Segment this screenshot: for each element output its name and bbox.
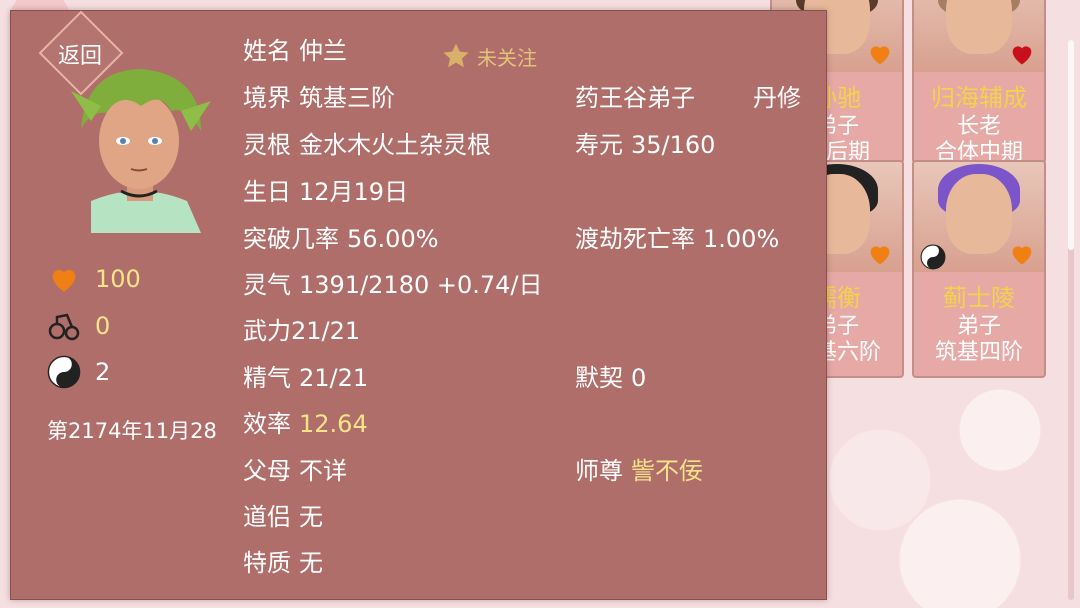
character-card[interactable]: 蓟士陵 弟子 筑基四阶 [912, 160, 1046, 378]
star-icon [443, 43, 469, 68]
field-realm: 境界 筑基三阶 [243, 84, 395, 112]
shackle-value: 0 [95, 312, 111, 340]
field-traits: 特质无 [243, 549, 323, 577]
game-date: 第2174年11月28 [47, 419, 217, 443]
shackle-stat: 0 [47, 309, 110, 343]
handcuffs-icon [47, 309, 81, 343]
field-efficiency: 效率 12.64 [243, 410, 368, 438]
scrollbar-thumb[interactable] [1068, 40, 1074, 250]
yin-yang-icon [47, 355, 81, 389]
field-tribulation: 渡劫死亡率 1.00% [575, 225, 780, 253]
yinyang-stat: 2 [47, 355, 110, 389]
yin-yang-icon [920, 244, 946, 270]
field-parents: 父母 不详 [243, 457, 347, 485]
field-tacit: 默契 0 [575, 364, 647, 392]
heart-icon [870, 46, 890, 65]
field-birthday: 生日 12月19日 [243, 178, 409, 206]
field-spirit-root: 灵根 金水木火土杂灵根 [243, 131, 491, 159]
character-info-panel: 返回 100 0 2 第2174年11月28 未关注 姓名 仲兰 境界 筑基三阶 灵… [10, 10, 827, 600]
field-master: 师尊 訾不佞 [575, 457, 703, 485]
card-rank: 筑基四阶 [934, 340, 1023, 365]
field-qi: 灵气 1391/2180 +0.74/日 [243, 271, 543, 299]
heart-icon [47, 262, 81, 296]
follow-button[interactable]: 未关注 [441, 41, 537, 71]
heart-icon [1012, 246, 1032, 265]
field-partner: 道侣无 [243, 503, 323, 531]
field-sect: 药王谷弟子 [575, 84, 695, 112]
back-button[interactable]: 返回 [38, 10, 124, 96]
heart-icon [1012, 46, 1032, 65]
field-profession: 丹修 [753, 84, 801, 112]
field-essence: 精气 21/21 [243, 364, 369, 392]
field-name: 姓名 仲兰 [243, 37, 347, 65]
heart-icon [870, 246, 890, 265]
field-force: 武力21/21 [243, 317, 361, 345]
affection-value: 100 [95, 265, 141, 293]
affection-stat: 100 [47, 262, 141, 296]
field-breakthrough: 突破几率 56.00% [243, 225, 439, 253]
yinyang-value: 2 [95, 358, 111, 386]
field-lifespan: 寿元 35/160 [575, 131, 716, 159]
character-card[interactable]: 归海辅成 长老 合体中期 [912, 0, 1046, 164]
